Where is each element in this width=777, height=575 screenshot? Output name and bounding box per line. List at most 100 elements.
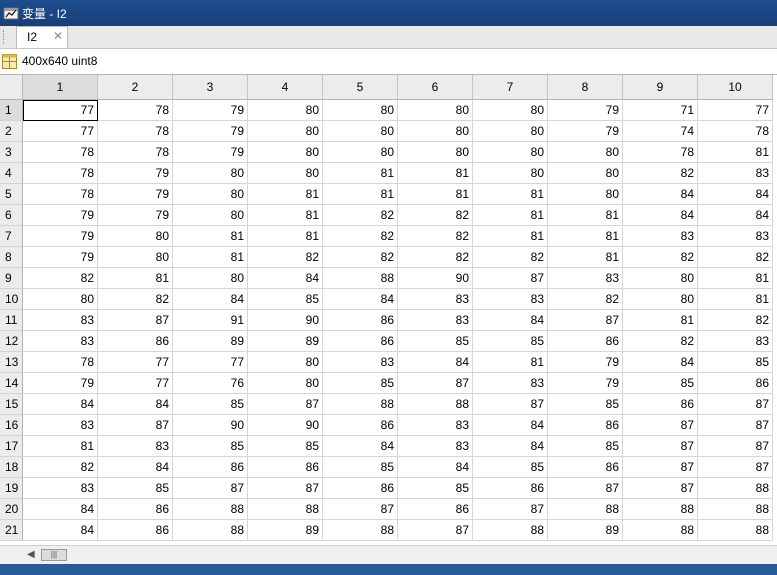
table-cell[interactable]: 88: [698, 520, 773, 541]
table-cell[interactable]: 85: [473, 457, 548, 478]
table-cell[interactable]: 78: [23, 352, 98, 373]
table-cell[interactable]: 80: [323, 100, 398, 121]
table-cell[interactable]: 87: [173, 478, 248, 499]
table-cell[interactable]: 84: [623, 184, 698, 205]
table-cell[interactable]: 76: [173, 373, 248, 394]
table-cell[interactable]: 88: [173, 499, 248, 520]
row-header[interactable]: 2: [0, 121, 23, 142]
table-cell[interactable]: 80: [548, 163, 623, 184]
table-cell[interactable]: 85: [173, 436, 248, 457]
table-cell[interactable]: 88: [323, 394, 398, 415]
table-cell[interactable]: 82: [398, 226, 473, 247]
table-cell[interactable]: 83: [623, 226, 698, 247]
table-cell[interactable]: 80: [398, 142, 473, 163]
table-cell[interactable]: 87: [548, 478, 623, 499]
table-cell[interactable]: 79: [548, 100, 623, 121]
table-cell[interactable]: 90: [173, 415, 248, 436]
table-cell[interactable]: 80: [623, 268, 698, 289]
column-header[interactable]: 3: [173, 75, 248, 100]
table-cell[interactable]: 82: [23, 268, 98, 289]
tab-i2[interactable]: I2 ✕: [16, 26, 68, 48]
table-cell[interactable]: 83: [398, 310, 473, 331]
table-cell[interactable]: 87: [323, 499, 398, 520]
table-cell[interactable]: 80: [98, 247, 173, 268]
table-cell[interactable]: 87: [623, 436, 698, 457]
horizontal-scrollbar[interactable]: ◀ |||: [0, 545, 777, 564]
row-header[interactable]: 4: [0, 163, 23, 184]
table-cell[interactable]: 87: [398, 520, 473, 541]
table-cell[interactable]: 86: [323, 310, 398, 331]
table-cell[interactable]: 78: [98, 142, 173, 163]
table-cell[interactable]: 84: [698, 205, 773, 226]
table-cell[interactable]: 80: [323, 121, 398, 142]
table-cell[interactable]: 84: [323, 436, 398, 457]
column-header[interactable]: 5: [323, 75, 398, 100]
table-cell[interactable]: 87: [698, 436, 773, 457]
table-cell[interactable]: 84: [98, 457, 173, 478]
table-cell[interactable]: 81: [323, 184, 398, 205]
table-cell[interactable]: 81: [248, 205, 323, 226]
table-cell[interactable]: 84: [248, 268, 323, 289]
table-cell[interactable]: 77: [98, 373, 173, 394]
table-cell[interactable]: 88: [698, 499, 773, 520]
table-cell[interactable]: 80: [173, 163, 248, 184]
table-cell[interactable]: 82: [548, 289, 623, 310]
table-cell[interactable]: 83: [698, 163, 773, 184]
table-cell[interactable]: 80: [23, 289, 98, 310]
table-cell[interactable]: 87: [98, 415, 173, 436]
table-cell[interactable]: 85: [473, 331, 548, 352]
table-cell[interactable]: 81: [173, 226, 248, 247]
table-cell[interactable]: 82: [98, 289, 173, 310]
table-cell[interactable]: 84: [23, 499, 98, 520]
table-cell[interactable]: 79: [23, 373, 98, 394]
table-cell[interactable]: 88: [623, 520, 698, 541]
table-cell[interactable]: 78: [23, 142, 98, 163]
table-cell[interactable]: 86: [398, 499, 473, 520]
column-header[interactable]: 8: [548, 75, 623, 100]
column-header[interactable]: 4: [248, 75, 323, 100]
table-cell[interactable]: 80: [248, 352, 323, 373]
table-cell[interactable]: 79: [23, 226, 98, 247]
table-cell[interactable]: 81: [323, 163, 398, 184]
table-cell[interactable]: 80: [473, 100, 548, 121]
table-cell[interactable]: 78: [698, 121, 773, 142]
table-cell[interactable]: 79: [98, 163, 173, 184]
table-cell[interactable]: 79: [548, 373, 623, 394]
table-cell[interactable]: 79: [173, 121, 248, 142]
table-cell[interactable]: 82: [248, 247, 323, 268]
column-header[interactable]: 9: [623, 75, 698, 100]
table-cell[interactable]: 71: [623, 100, 698, 121]
table-cell[interactable]: 85: [548, 436, 623, 457]
table-cell[interactable]: 86: [248, 457, 323, 478]
table-cell[interactable]: 78: [623, 142, 698, 163]
row-header[interactable]: 13: [0, 352, 23, 373]
row-header[interactable]: 9: [0, 268, 23, 289]
table-cell[interactable]: 86: [548, 415, 623, 436]
table-cell[interactable]: 87: [548, 310, 623, 331]
row-header[interactable]: 16: [0, 415, 23, 436]
table-cell[interactable]: 82: [698, 247, 773, 268]
table-cell[interactable]: 84: [473, 415, 548, 436]
column-header[interactable]: 6: [398, 75, 473, 100]
table-cell[interactable]: 86: [98, 331, 173, 352]
table-cell[interactable]: 83: [698, 331, 773, 352]
table-cell[interactable]: 84: [173, 289, 248, 310]
row-header[interactable]: 12: [0, 331, 23, 352]
row-header[interactable]: 18: [0, 457, 23, 478]
table-cell[interactable]: 80: [548, 184, 623, 205]
table-cell[interactable]: 87: [248, 394, 323, 415]
table-cell[interactable]: 77: [23, 100, 98, 121]
table-cell[interactable]: 89: [548, 520, 623, 541]
table-cell[interactable]: 81: [623, 310, 698, 331]
table-cell[interactable]: 81: [23, 436, 98, 457]
column-header[interactable]: 1: [23, 75, 98, 100]
table-cell[interactable]: 87: [698, 457, 773, 478]
table-cell[interactable]: 85: [698, 352, 773, 373]
table-cell[interactable]: 79: [98, 205, 173, 226]
table-cell[interactable]: 77: [698, 100, 773, 121]
table-cell[interactable]: 87: [473, 394, 548, 415]
table-cell[interactable]: 83: [23, 478, 98, 499]
table-cell[interactable]: 84: [23, 394, 98, 415]
table-cell[interactable]: 77: [173, 352, 248, 373]
table-cell[interactable]: 88: [548, 499, 623, 520]
